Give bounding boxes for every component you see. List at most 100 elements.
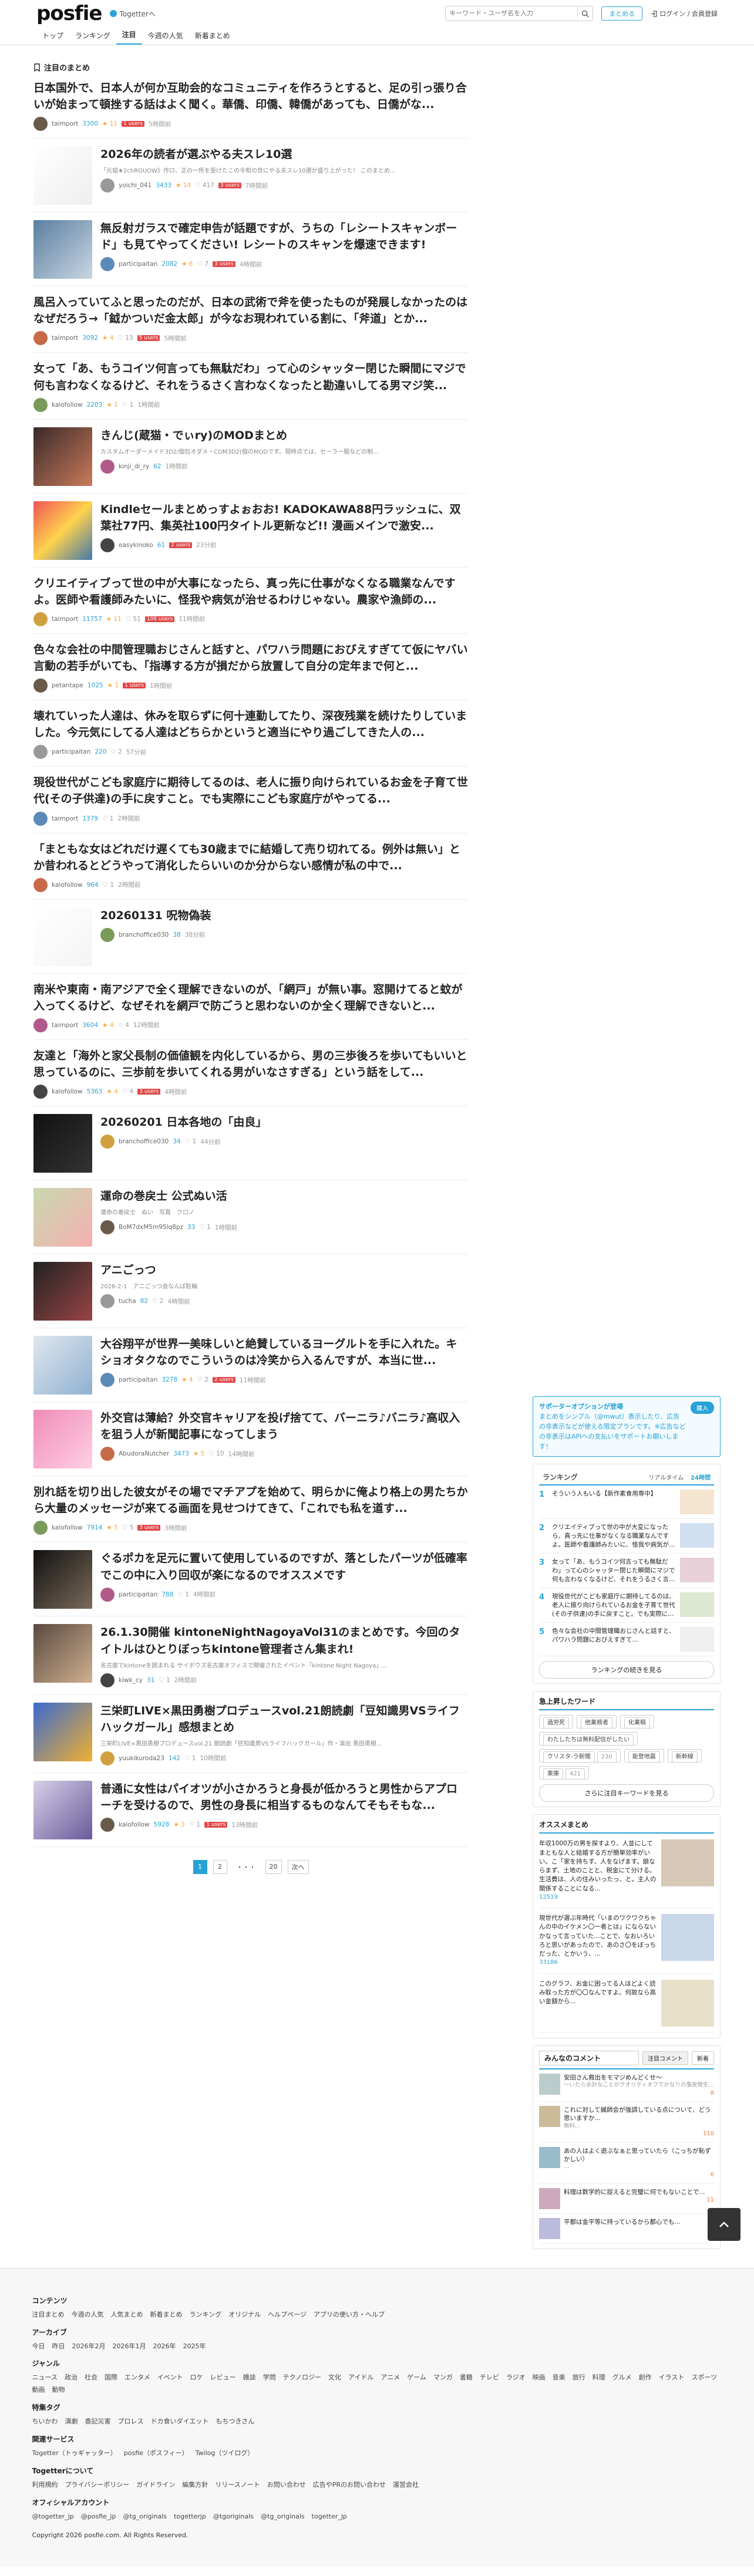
footer-link[interactable]: ちいかわ: [32, 2416, 58, 2428]
footer-link[interactable]: イベント: [157, 2372, 183, 2384]
search-input[interactable]: [446, 10, 578, 17]
article-thumbnail[interactable]: [33, 1780, 92, 1839]
article-title[interactable]: クリエイティブって世の中が大事になったら、真っ先に仕事がなくなる職業なんですよ。…: [33, 575, 468, 608]
comment-item[interactable]: これに対して鍼師会が強調している点について、どう思いますか... 無料... 110: [539, 2102, 714, 2143]
page-next[interactable]: 次へ: [287, 1859, 309, 1874]
footer-link[interactable]: スポーツ: [691, 2372, 717, 2384]
article-user[interactable]: easykinoko: [119, 542, 153, 549]
article-item[interactable]: 2026年の読者が選ぶやる夫スレ10選 「元祖★2chRGUOW》作ロ、正の一所を…: [33, 139, 468, 213]
article-item[interactable]: ぐるポカを足元に置いて使用しているのですが、落としたパーツが低確率でこの中に入り…: [33, 1542, 468, 1617]
user-avatar[interactable]: [100, 1587, 115, 1602]
article-title[interactable]: ぐるポカを足元に置いて使用しているのですが、落としたパーツが低確率でこの中に入り…: [100, 1550, 468, 1583]
user-avatar[interactable]: [33, 678, 48, 693]
user-avatar[interactable]: [100, 1294, 115, 1309]
footer-link[interactable]: ランキング: [190, 2309, 222, 2321]
keyword-tag[interactable]: 他業務者: [577, 1715, 617, 1729]
footer-link[interactable]: 2026年1月: [113, 2341, 146, 2353]
article-user[interactable]: taimport: [52, 815, 78, 822]
article-item[interactable]: 女って「あ、もうコイツ何言っても無駄だわ」って心のシャッター閉じた瞬間にマジで何…: [33, 353, 468, 420]
article-item[interactable]: 20260131 呪物偽装 branchoffice030 38 38分前: [33, 900, 468, 974]
user-avatar[interactable]: [100, 1447, 115, 1461]
ranking-item[interactable]: 4 現役世代がこども家庭庁に期待してるのは、老人に振り向けられているお金を子育て世…: [539, 1588, 714, 1623]
article-user[interactable]: taimport: [52, 120, 78, 127]
nav-weekly[interactable]: 今週の人気: [142, 31, 189, 45]
footer-link[interactable]: 創作: [639, 2372, 652, 2384]
footer-link[interactable]: 運営会社: [393, 2479, 419, 2491]
footer-link[interactable]: 広告やPRのお問い合わせ: [313, 2479, 386, 2491]
article-title[interactable]: 色々な会社の中間管理職おじさんと話すと、パワハラ問題におびえすぎてて仮にヤバい言…: [33, 642, 468, 674]
ranking-more-button[interactable]: ランキングの続きを見る: [539, 1661, 714, 1679]
footer-link[interactable]: 書籍: [460, 2372, 473, 2384]
footer-link[interactable]: 国際: [105, 2372, 117, 2384]
article-user[interactable]: tucha: [119, 1298, 136, 1305]
footer-link[interactable]: アニメ: [381, 2372, 400, 2384]
footer-link[interactable]: @tg_originals: [123, 2511, 167, 2523]
article-item[interactable]: 色々な会社の中間管理職おじさんと話すと、パワハラ問題におびえすぎてて仮にヤバい言…: [33, 634, 468, 701]
article-item[interactable]: 日本国外で、日本人が何か互助会的なコミュニティを作ろうとすると、足の引っ張り合い…: [33, 76, 468, 139]
footer-link[interactable]: お問い合わせ: [267, 2479, 306, 2491]
article-thumbnail[interactable]: [33, 1188, 92, 1247]
article-item[interactable]: 大谷翔平が世界一美味しいと絶賛しているヨーグルトを手に入れた。キショオタクなので…: [33, 1328, 468, 1403]
footer-link[interactable]: エンタメ: [124, 2372, 150, 2384]
nav-new[interactable]: 新着まとめ: [189, 31, 236, 45]
osusume-item[interactable]: 現世代が選ぶ年時代「いまのワクワクちゃんの中のイケメン〇一者とは」にならないかな…: [539, 1908, 714, 1974]
comment-item[interactable]: 安田さん救出をモマジめんどくせ〜 〜いたら余計なことがクオリティオフでかなりの事故…: [539, 2069, 714, 2102]
article-user[interactable]: branchoffice030: [119, 931, 169, 938]
footer-link[interactable]: アイドル: [348, 2372, 373, 2384]
article-user[interactable]: kalofollow: [119, 1821, 150, 1828]
page-2[interactable]: 2: [213, 1859, 227, 1874]
footer-link[interactable]: 2025年: [183, 2341, 206, 2353]
footer-link[interactable]: posfie（ポスフィー）: [124, 2447, 188, 2460]
footer-link[interactable]: もちつきさん: [216, 2416, 254, 2428]
footer-link[interactable]: 2026年: [153, 2341, 176, 2353]
article-item[interactable]: 南米や東南・南アジアで全く理解できないのが、「網戸」が無い事。窓開けてると蚊が入…: [33, 974, 468, 1040]
footer-link[interactable]: 映画: [533, 2372, 546, 2384]
article-item[interactable]: 友達と「海外と家父長制の価値観を内化しているから、男の三歩後ろを歩いてもいいと思…: [33, 1040, 468, 1107]
supporter-promo[interactable]: サポーターオプションが登場 まとめをシンプル（@mwut）表示したり、広告の非表示…: [533, 1396, 721, 1457]
footer-link[interactable]: @posfie_jp: [81, 2511, 116, 2523]
page-top-button[interactable]: [708, 2208, 740, 2241]
comments-tab-featured[interactable]: 注目コメント: [642, 2051, 688, 2065]
article-title[interactable]: 壊れていった人達は、休みを取らずに何十連勤してたり、深夜残業を続けたりしていまし…: [33, 708, 468, 741]
user-avatar[interactable]: [33, 1521, 48, 1535]
article-item[interactable]: きんじ(蔵猫・でぃry)のMODまとめ カスタムオーダーメイド3D2/個包オダメ・…: [33, 420, 468, 494]
ranking-item[interactable]: 2 クリエイティブって世の中が大変になったら、真っ先に仕事がなくなる職業なんですよ…: [539, 1519, 714, 1554]
footer-link[interactable]: プロレス: [118, 2416, 144, 2428]
footer-link[interactable]: 旅行: [573, 2372, 585, 2384]
article-title[interactable]: 外交官は薄給？外交官キャリアを投げ捨てて、バーニラ♪バニラ♪高収入を狙う人が新聞…: [100, 1410, 468, 1443]
article-user[interactable]: branchoffice030: [119, 1138, 169, 1145]
page-1[interactable]: 1: [193, 1859, 207, 1874]
article-title[interactable]: 26.1.30開催 kintoneNightNagoyaVol31のまとめです。…: [100, 1624, 468, 1657]
ranking-tab-24h[interactable]: 24時間: [687, 1473, 714, 1481]
search-button[interactable]: [577, 6, 593, 21]
login-link[interactable]: ログイン / 会員登録: [651, 9, 718, 18]
footer-link[interactable]: ラジオ: [506, 2372, 526, 2384]
user-avatar[interactable]: [33, 877, 48, 892]
footer-link[interactable]: 文化: [328, 2372, 341, 2384]
keyword-tag[interactable]: 化業稿: [620, 1715, 654, 1729]
article-item[interactable]: 無反射ガラスで確定申告が話題ですが、うちの「レシートスキャンボード」も見てやって…: [33, 212, 468, 287]
user-avatar[interactable]: [100, 257, 115, 272]
article-user[interactable]: taimport: [52, 335, 78, 342]
footer-link[interactable]: レビュー: [210, 2372, 236, 2384]
comment-item[interactable]: 平都は金平等に持っているから都心でも...11: [539, 2214, 714, 2244]
footer-link[interactable]: 昨日: [52, 2341, 65, 2353]
footer-link[interactable]: リリースノート: [215, 2479, 260, 2491]
footer-link[interactable]: ニュース: [32, 2372, 58, 2384]
article-thumbnail[interactable]: [33, 1624, 92, 1683]
article-item[interactable]: アニごっつ 2026-2-1 アニごっつ会なんば駐輪 tucha 82 ♡ 2 4時間前: [33, 1254, 468, 1329]
footer-link[interactable]: @togetter_jp: [32, 2511, 74, 2523]
article-user[interactable]: AbudoraNutcher: [119, 1450, 169, 1457]
article-user[interactable]: participaitan: [52, 748, 90, 755]
footer-link[interactable]: 料理: [593, 2372, 605, 2384]
keyword-tag[interactable]: 東庫 421: [539, 1766, 590, 1780]
article-item[interactable]: Kindleセールまとめっすよぉおお! KADOKAWA88円ラッシュに、双葉社…: [33, 494, 468, 568]
user-avatar[interactable]: [100, 1373, 115, 1387]
user-avatar[interactable]: [33, 331, 48, 346]
article-user[interactable]: yuukikuroda23: [119, 1755, 164, 1762]
article-thumbnail[interactable]: [33, 146, 92, 205]
footer-link[interactable]: 動画: [32, 2384, 45, 2396]
comments-tab-new[interactable]: 新着: [692, 2051, 714, 2065]
article-title[interactable]: 風呂入っていてふと思ったのだが、日本の武術で斧を使ったものが発展しなかったのはな…: [33, 294, 468, 327]
article-user[interactable]: taimport: [52, 1022, 78, 1029]
